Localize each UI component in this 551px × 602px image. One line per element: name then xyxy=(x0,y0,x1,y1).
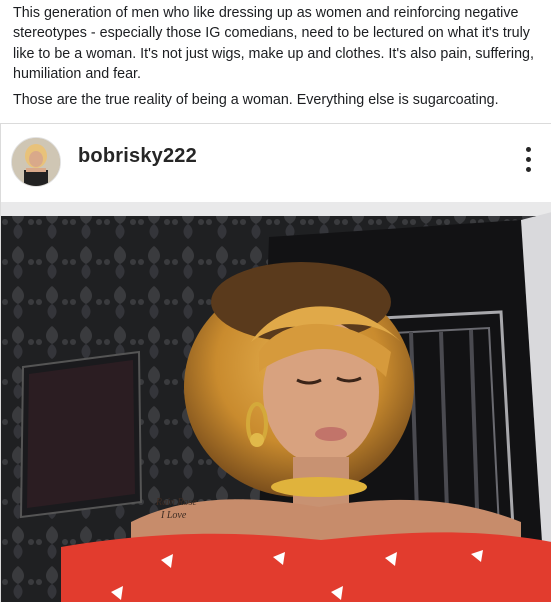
video-frame[interactable]: Rain Rose I Love xyxy=(1,202,551,602)
instagram-embed: bobrisky222 Rain Rose I Love xyxy=(0,123,551,602)
username[interactable]: bobrisky222 xyxy=(78,145,197,168)
post-paragraph-1: This generation of men who like dressing… xyxy=(13,5,534,82)
embed-header: bobrisky222 xyxy=(1,124,551,202)
svg-text:Rain Rose: Rain Rose xyxy=(155,497,197,508)
post-paragraph-2: Those are the true reality of being a wo… xyxy=(13,92,499,109)
post-text: This generation of men who like dressing… xyxy=(0,0,551,110)
svg-text:I Love: I Love xyxy=(160,510,187,521)
more-options-icon[interactable] xyxy=(523,147,533,179)
avatar[interactable] xyxy=(11,137,61,187)
